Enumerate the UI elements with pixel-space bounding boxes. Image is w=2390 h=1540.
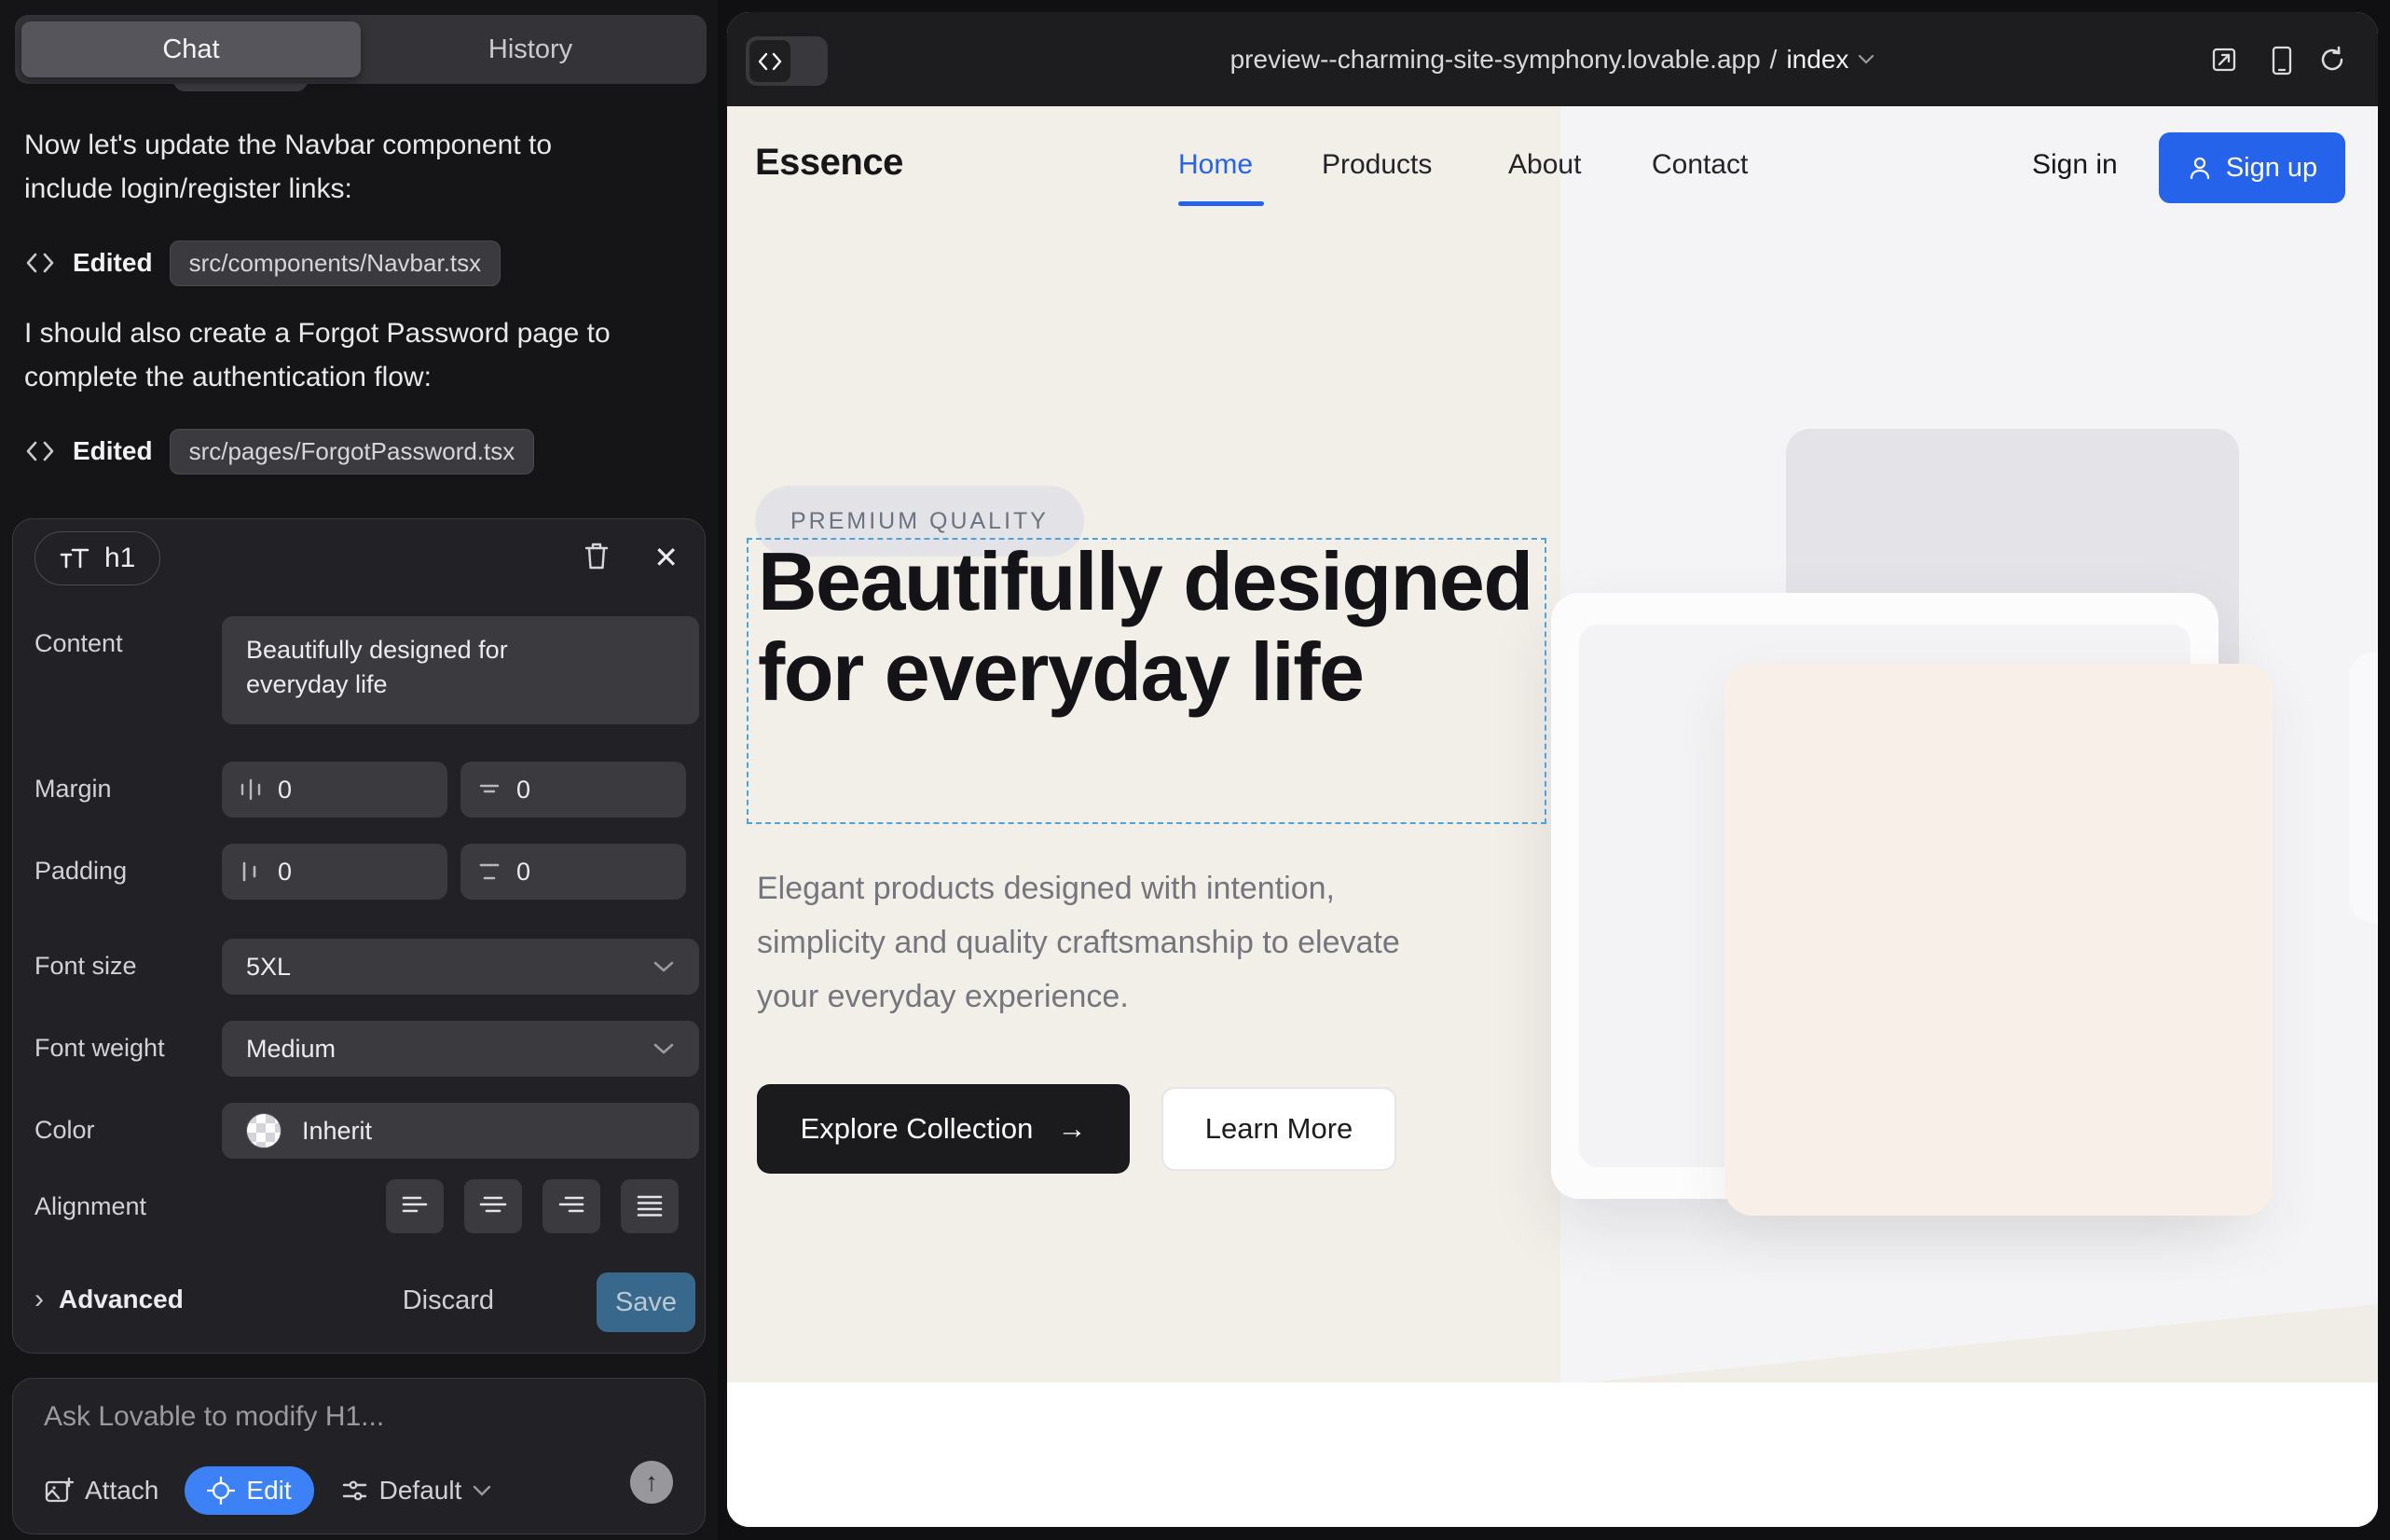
margin-x-input[interactable]: 0 bbox=[222, 762, 447, 818]
path-separator: / bbox=[1770, 45, 1778, 75]
hero-heading[interactable]: Beautifully designed for everyday life bbox=[758, 536, 1559, 717]
sliders-icon bbox=[340, 1477, 368, 1505]
align-justify-button[interactable] bbox=[621, 1179, 679, 1233]
chevron-down-icon bbox=[652, 1042, 675, 1055]
nav-link-contact[interactable]: Contact bbox=[1652, 149, 1748, 181]
open-in-new-tab-icon[interactable] bbox=[2210, 46, 2238, 74]
attach-image-icon bbox=[44, 1476, 74, 1506]
chat-sidebar: Chat History Now let's update the Navbar… bbox=[0, 0, 718, 1540]
preview-url: preview--charming-site-symphony.lovable.… bbox=[1230, 45, 1761, 75]
site-canvas: Essence Home Products About Contact Sign… bbox=[727, 106, 2378, 1527]
sign-up-button[interactable]: Sign up bbox=[2159, 132, 2345, 203]
align-center-icon bbox=[479, 1194, 507, 1218]
discard-button[interactable]: Discard bbox=[403, 1286, 494, 1316]
edit-mode-button[interactable]: Edit bbox=[185, 1466, 313, 1515]
chat-composer: Attach Edit Default ↑ bbox=[12, 1378, 706, 1534]
padding-label: Padding bbox=[34, 857, 127, 886]
site-logo[interactable]: Essence bbox=[755, 142, 903, 184]
arrow-right-icon: → bbox=[1057, 1112, 1086, 1146]
chat-message: Now let's update the Navbar component to… bbox=[24, 123, 639, 211]
padding-y-input[interactable]: 0 bbox=[460, 844, 686, 900]
color-label: Color bbox=[34, 1116, 95, 1145]
model-default-button[interactable]: Default bbox=[340, 1476, 492, 1506]
font-weight-label: Font weight bbox=[34, 1034, 165, 1063]
chevron-down-icon bbox=[652, 960, 675, 973]
advanced-toggle[interactable]: › Advanced bbox=[34, 1284, 184, 1315]
user-icon bbox=[2187, 155, 2213, 181]
preview-page: index bbox=[1786, 45, 1848, 75]
tag-name: h1 bbox=[104, 543, 135, 574]
edited-file-row: Edited src/pages/ForgotPassword.tsx bbox=[24, 427, 534, 475]
hero-image-edge-card bbox=[2349, 653, 2378, 923]
nav-link-home[interactable]: Home bbox=[1178, 149, 1253, 181]
app-window: Chat History Now let's update the Navbar… bbox=[0, 0, 2390, 1540]
font-size-select[interactable]: 5XL bbox=[222, 939, 699, 995]
margin-y-icon bbox=[477, 777, 501, 802]
padding-x-icon bbox=[239, 859, 263, 884]
save-button[interactable]: Save bbox=[597, 1272, 695, 1332]
align-right-button[interactable] bbox=[543, 1179, 600, 1233]
nav-link-about[interactable]: About bbox=[1508, 149, 1581, 181]
margin-y-input[interactable]: 0 bbox=[460, 762, 686, 818]
preview-frame: preview--charming-site-symphony.lovable.… bbox=[727, 12, 2378, 1527]
hero-paragraph: Elegant products designed with intention… bbox=[757, 861, 1447, 1024]
edited-label: Edited bbox=[73, 248, 153, 278]
file-chip[interactable]: src/pages/ForgotPassword.tsx bbox=[170, 429, 535, 474]
target-icon bbox=[207, 1477, 235, 1505]
close-icon[interactable]: ✕ bbox=[653, 540, 679, 575]
selected-h1-outline[interactable]: Beautifully designed for everyday life bbox=[747, 538, 1546, 824]
content-label: Content bbox=[34, 629, 123, 658]
align-right-icon bbox=[557, 1194, 585, 1218]
code-icon bbox=[24, 438, 56, 464]
content-textarea[interactable]: Beautifully designed for everyday life bbox=[222, 616, 699, 724]
preview-toolbar: preview--charming-site-symphony.lovable.… bbox=[727, 12, 2378, 106]
site-navbar: Essence Home Products About Contact Sign… bbox=[727, 106, 2378, 229]
padding-y-icon bbox=[477, 859, 501, 884]
explore-collection-button[interactable]: Explore Collection → bbox=[757, 1084, 1130, 1174]
chevron-right-icon: › bbox=[34, 1284, 44, 1315]
composer-input[interactable] bbox=[44, 1401, 659, 1433]
margin-x-icon bbox=[239, 777, 263, 802]
mobile-view-icon[interactable] bbox=[2272, 46, 2292, 76]
tab-chat[interactable]: Chat bbox=[21, 21, 361, 77]
align-left-icon bbox=[401, 1194, 429, 1218]
font-size-label: Font size bbox=[34, 952, 137, 981]
chat-message: I should also create a Forgot Password p… bbox=[24, 311, 639, 399]
section-below-hero bbox=[727, 1382, 2378, 1527]
edited-label: Edited bbox=[73, 436, 153, 466]
alignment-label: Alignment bbox=[34, 1192, 146, 1221]
edited-file-row: Edited src/components/Navbar.tsx bbox=[24, 239, 501, 287]
color-swatch bbox=[246, 1113, 282, 1148]
active-nav-underline bbox=[1178, 201, 1264, 206]
align-left-button[interactable] bbox=[386, 1179, 444, 1233]
selected-element-tag: h1 bbox=[34, 531, 160, 585]
type-icon bbox=[60, 544, 91, 572]
refresh-icon[interactable] bbox=[2318, 46, 2346, 74]
padding-x-input[interactable]: 0 bbox=[222, 844, 447, 900]
font-weight-select[interactable]: Medium bbox=[222, 1021, 699, 1077]
send-button[interactable]: ↑ bbox=[630, 1461, 673, 1504]
margin-label: Margin bbox=[34, 775, 112, 804]
file-chip[interactable]: src/components/Navbar.tsx bbox=[170, 241, 501, 286]
chevron-down-icon bbox=[473, 1485, 491, 1496]
sidebar-tabs: Chat History bbox=[15, 15, 707, 84]
nav-link-products[interactable]: Products bbox=[1322, 149, 1432, 181]
attach-button[interactable]: Attach bbox=[44, 1476, 158, 1506]
tab-history[interactable]: History bbox=[361, 21, 700, 77]
align-center-button[interactable] bbox=[464, 1179, 522, 1233]
hero-image-beige-card bbox=[1724, 664, 2273, 1216]
sign-in-link[interactable]: Sign in bbox=[2032, 149, 2118, 181]
align-justify-icon bbox=[636, 1194, 664, 1218]
color-select[interactable]: Inherit bbox=[222, 1103, 699, 1159]
element-editor-panel: h1 ✕ Content Beautifully designed for ev… bbox=[12, 518, 706, 1354]
learn-more-button[interactable]: Learn More bbox=[1161, 1087, 1396, 1171]
preview-url-bar[interactable]: preview--charming-site-symphony.lovable.… bbox=[727, 12, 2378, 106]
chevron-down-icon bbox=[1858, 54, 1875, 64]
delete-element-icon[interactable] bbox=[582, 540, 611, 571]
code-icon bbox=[24, 250, 56, 276]
